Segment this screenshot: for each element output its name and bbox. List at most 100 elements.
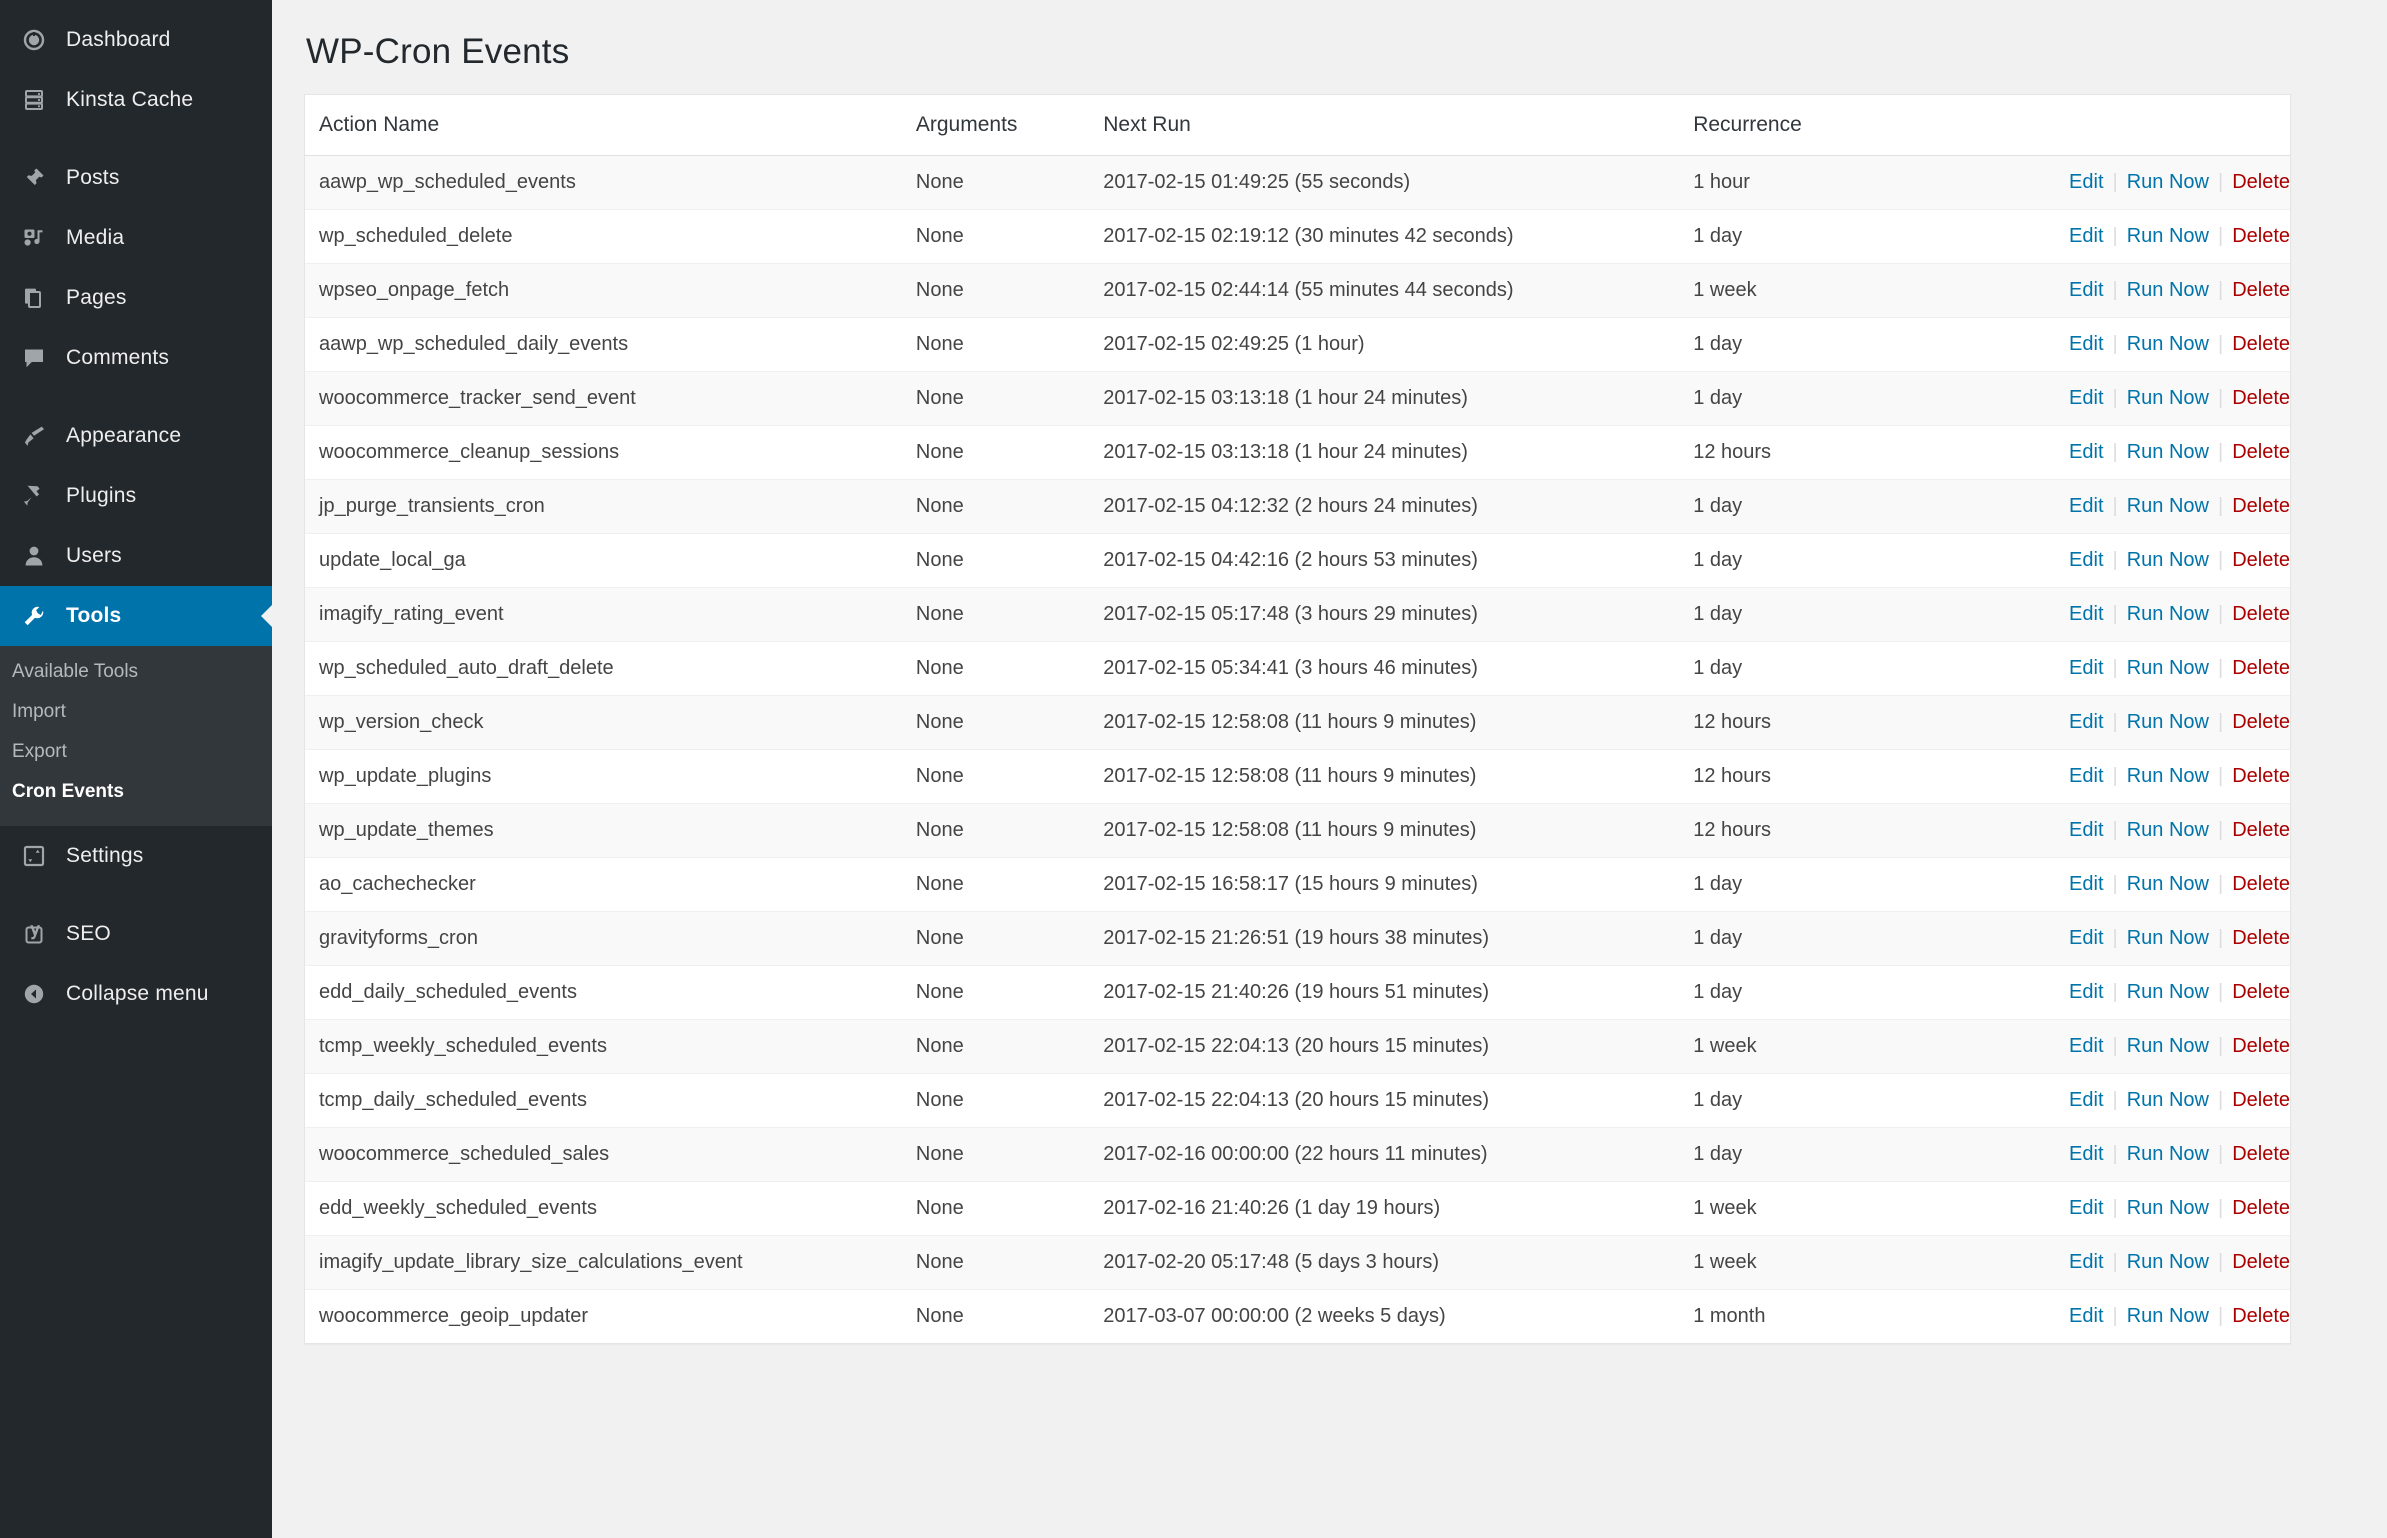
delete-link[interactable]: Delete [2232, 441, 2290, 463]
edit-link[interactable]: Edit [2069, 387, 2103, 409]
run-now-link[interactable]: Run Now [2127, 1089, 2209, 1111]
sidebar-item-pages[interactable]: Pages [0, 268, 272, 328]
delete-link[interactable]: Delete [2232, 711, 2290, 733]
delete-link[interactable]: Delete [2232, 1197, 2290, 1219]
delete-link[interactable]: Delete [2232, 549, 2290, 571]
cell-next-run: 2017-03-07 00:00:00 (2 weeks 5 days) [1089, 1290, 1679, 1344]
edit-link[interactable]: Edit [2069, 711, 2103, 733]
run-now-link[interactable]: Run Now [2127, 873, 2209, 895]
delete-link[interactable]: Delete [2232, 333, 2290, 355]
edit-link[interactable]: Edit [2069, 1251, 2103, 1273]
delete-link[interactable]: Delete [2232, 279, 2290, 301]
run-now-link[interactable]: Run Now [2127, 981, 2209, 1003]
edit-link[interactable]: Edit [2069, 171, 2103, 193]
run-now-link[interactable]: Run Now [2127, 387, 2209, 409]
run-now-link[interactable]: Run Now [2127, 603, 2209, 625]
sidebar-item-users[interactable]: Users [0, 526, 272, 586]
submenu-item-available-tools[interactable]: Available Tools [0, 652, 272, 692]
sidebar-item-settings[interactable]: Settings [0, 826, 272, 886]
submenu-item-cron-events[interactable]: Cron Events [0, 772, 272, 812]
run-now-link[interactable]: Run Now [2127, 819, 2209, 841]
delete-link[interactable]: Delete [2232, 1251, 2290, 1273]
delete-link[interactable]: Delete [2232, 927, 2290, 949]
delete-link[interactable]: Delete [2232, 171, 2290, 193]
run-now-link[interactable]: Run Now [2127, 1251, 2209, 1273]
run-now-link[interactable]: Run Now [2127, 765, 2209, 787]
submenu-item-import[interactable]: Import [0, 692, 272, 732]
sidebar-item-posts[interactable]: Posts [0, 148, 272, 208]
edit-link[interactable]: Edit [2069, 1035, 2103, 1057]
sidebar-item-seo[interactable]: SEO [0, 904, 272, 964]
link-divider: | [2209, 765, 2232, 787]
link-divider: | [2104, 279, 2127, 301]
column-header-next-run[interactable]: Next Run [1089, 95, 1679, 156]
edit-link[interactable]: Edit [2069, 1089, 2103, 1111]
cell-next-run: 2017-02-15 02:49:25 (1 hour) [1089, 318, 1679, 372]
sidebar-item-comments[interactable]: Comments [0, 328, 272, 388]
run-now-link[interactable]: Run Now [2127, 1197, 2209, 1219]
cell-next-run: 2017-02-15 12:58:08 (11 hours 9 minutes) [1089, 750, 1679, 804]
delete-link[interactable]: Delete [2232, 387, 2290, 409]
sidebar-item-appearance[interactable]: Appearance [0, 406, 272, 466]
run-now-link[interactable]: Run Now [2127, 1305, 2209, 1327]
sidebar-item-media[interactable]: Media [0, 208, 272, 268]
main-content: WP-Cron Events Action Name Arguments Nex… [272, 0, 2387, 1538]
edit-link[interactable]: Edit [2069, 1143, 2103, 1165]
edit-link[interactable]: Edit [2069, 1305, 2103, 1327]
edit-link[interactable]: Edit [2069, 603, 2103, 625]
edit-link[interactable]: Edit [2069, 657, 2103, 679]
delete-link[interactable]: Delete [2232, 495, 2290, 517]
delete-link[interactable]: Delete [2232, 1305, 2290, 1327]
run-now-link[interactable]: Run Now [2127, 495, 2209, 517]
delete-link[interactable]: Delete [2232, 1089, 2290, 1111]
run-now-link[interactable]: Run Now [2127, 225, 2209, 247]
delete-link[interactable]: Delete [2232, 765, 2290, 787]
edit-link[interactable]: Edit [2069, 819, 2103, 841]
run-now-link[interactable]: Run Now [2127, 711, 2209, 733]
delete-link[interactable]: Delete [2232, 873, 2290, 895]
edit-link[interactable]: Edit [2069, 981, 2103, 1003]
run-now-link[interactable]: Run Now [2127, 657, 2209, 679]
run-now-link[interactable]: Run Now [2127, 441, 2209, 463]
sidebar-item-tools[interactable]: Tools [0, 586, 272, 646]
run-now-link[interactable]: Run Now [2127, 549, 2209, 571]
edit-link[interactable]: Edit [2069, 549, 2103, 571]
submenu-item-export[interactable]: Export [0, 732, 272, 772]
link-divider: | [2209, 819, 2232, 841]
edit-link[interactable]: Edit [2069, 441, 2103, 463]
column-header-action-name[interactable]: Action Name [305, 95, 902, 156]
run-now-link[interactable]: Run Now [2127, 333, 2209, 355]
run-now-link[interactable]: Run Now [2127, 279, 2209, 301]
delete-link[interactable]: Delete [2232, 657, 2290, 679]
sidebar-item-dashboard[interactable]: Dashboard [0, 10, 272, 70]
edit-link[interactable]: Edit [2069, 927, 2103, 949]
cell-next-run: 2017-02-15 04:12:32 (2 hours 24 minutes) [1089, 480, 1679, 534]
edit-link[interactable]: Edit [2069, 225, 2103, 247]
sidebar-item-plugins[interactable]: Plugins [0, 466, 272, 526]
cell-row-actions: Edit|Run Now|Delete [1867, 750, 2290, 804]
edit-link[interactable]: Edit [2069, 333, 2103, 355]
cell-next-run: 2017-02-15 03:13:18 (1 hour 24 minutes) [1089, 372, 1679, 426]
delete-link[interactable]: Delete [2232, 1035, 2290, 1057]
delete-link[interactable]: Delete [2232, 819, 2290, 841]
column-header-recurrence[interactable]: Recurrence [1679, 95, 1866, 156]
cell-action-name: woocommerce_scheduled_sales [305, 1128, 902, 1182]
run-now-link[interactable]: Run Now [2127, 1035, 2209, 1057]
edit-link[interactable]: Edit [2069, 1197, 2103, 1219]
sidebar-item-collapse-menu[interactable]: Collapse menu [0, 964, 272, 1024]
table-row: jp_purge_transients_cronNone2017-02-15 0… [305, 480, 2290, 534]
cell-next-run: 2017-02-15 01:49:25 (55 seconds) [1089, 156, 1679, 210]
edit-link[interactable]: Edit [2069, 873, 2103, 895]
run-now-link[interactable]: Run Now [2127, 927, 2209, 949]
run-now-link[interactable]: Run Now [2127, 171, 2209, 193]
column-header-arguments[interactable]: Arguments [902, 95, 1089, 156]
sidebar-item-kinsta-cache[interactable]: Kinsta Cache [0, 70, 272, 130]
delete-link[interactable]: Delete [2232, 1143, 2290, 1165]
edit-link[interactable]: Edit [2069, 279, 2103, 301]
delete-link[interactable]: Delete [2232, 225, 2290, 247]
delete-link[interactable]: Delete [2232, 603, 2290, 625]
edit-link[interactable]: Edit [2069, 495, 2103, 517]
edit-link[interactable]: Edit [2069, 765, 2103, 787]
delete-link[interactable]: Delete [2232, 981, 2290, 1003]
run-now-link[interactable]: Run Now [2127, 1143, 2209, 1165]
